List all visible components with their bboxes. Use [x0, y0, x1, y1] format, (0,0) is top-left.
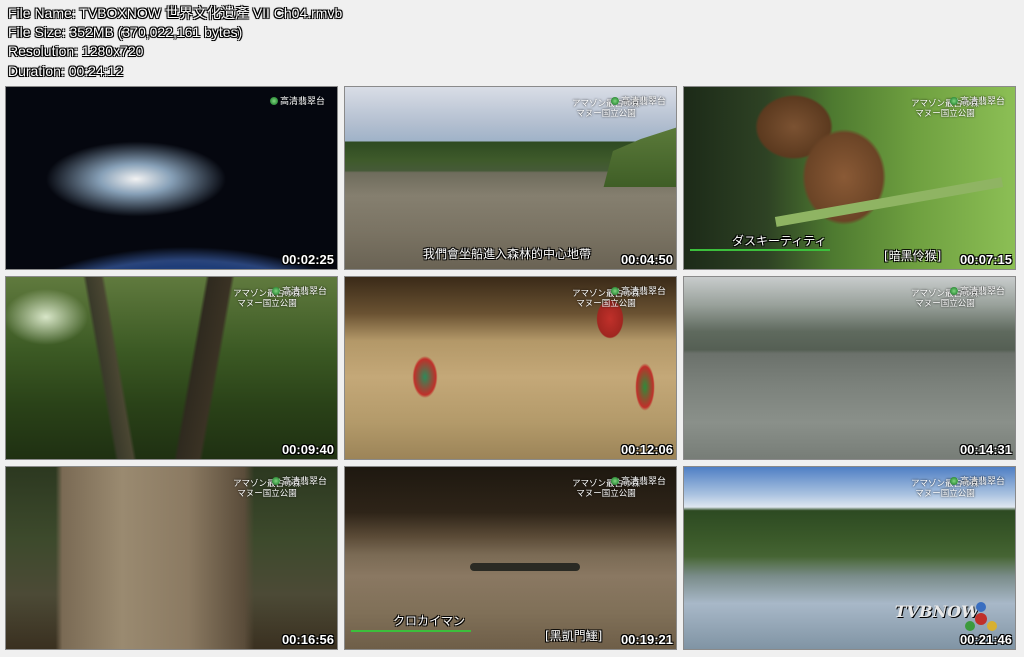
channel-logo-icon	[949, 97, 958, 105]
thumbnail-9[interactable]: アマゾン最古の森 マヌー国立公園 高清翡翠台 TVBNOW 00:21:46	[683, 466, 1016, 650]
species-caption-jp: ダスキーティティ	[732, 234, 827, 248]
timestamp: 00:04:50	[620, 252, 673, 267]
file-size: File Size: 352MB (370,022,161 bytes)	[8, 24, 243, 41]
timestamp: 00:16:56	[281, 632, 334, 647]
thumbnail-4[interactable]: アマゾン最古の森 マヌー国立公園 高清翡翠台 00:09:40	[5, 276, 338, 460]
thumbnail-1[interactable]: 高清翡翠台 00:02:25	[5, 86, 338, 270]
timestamp: 00:19:21	[620, 632, 673, 647]
caption-underline	[690, 249, 830, 251]
channel-logo-icon	[271, 477, 280, 485]
channel-logo: 高清翡翠台	[949, 97, 1005, 107]
channel-logo-icon	[610, 477, 619, 485]
channel-logo: 高清翡翠台	[610, 287, 666, 297]
channel-logo-icon	[271, 287, 280, 295]
channel-logo-icon	[610, 97, 619, 105]
channel-logo-icon	[269, 97, 278, 105]
thumbnail-2[interactable]: アマゾン最古の森 マヌー国立公園 高清翡翠台 我們會坐船進入森林的中心地帶 00:…	[344, 86, 677, 270]
file-name: File Name: TVBOXNOW 世界文化遺產 VII Ch04.rmvb	[8, 5, 343, 21]
species-caption-zh: [黑凱門鱷]	[545, 629, 603, 643]
species-caption-zh: [暗黑伶猴]	[884, 249, 942, 263]
timestamp: 00:09:40	[281, 442, 334, 457]
timestamp: 00:14:31	[959, 442, 1012, 457]
resolution: Resolution: 1280x720	[8, 43, 144, 60]
channel-logo-icon	[610, 287, 619, 295]
thumbnail-5[interactable]: アマゾン最古の森 マヌー国立公園 高清翡翠台 00:12:06	[344, 276, 677, 460]
channel-logo-icon	[949, 477, 958, 485]
earth-from-space-image	[6, 87, 337, 269]
thumbnail-7[interactable]: アマゾン最古の森 マヌー国立公園 高清翡翠台 00:16:56	[5, 466, 338, 650]
timestamp: 00:07:15	[959, 252, 1012, 267]
thumbnail-3[interactable]: アマゾン最古の森 マヌー国立公園 高清翡翠台 ダスキーティティ [暗黑伶猴] 00…	[683, 86, 1016, 270]
channel-logo: 高清翡翠台	[610, 477, 666, 487]
channel-logo: 高清翡翠台	[269, 97, 325, 107]
timestamp: 00:12:06	[620, 442, 673, 457]
subtitle: 我們會坐船進入森林的中心地帶	[423, 247, 592, 261]
channel-logo: 高清翡翠台	[949, 477, 1005, 487]
channel-logo: 高清翡翠台	[271, 287, 327, 297]
duration: Duration: 00:24:12	[8, 62, 124, 79]
thumbnail-8[interactable]: アマゾン最古の森 マヌー国立公園 高清翡翠台 クロカイマン [黑凱門鱷] 00:1…	[344, 466, 677, 650]
channel-logo: 高清翡翠台	[949, 287, 1005, 297]
timestamp: 00:02:25	[281, 252, 334, 267]
timestamp: 00:21:46	[959, 632, 1012, 647]
file-info-header: File Name: TVBOXNOW 世界文化遺產 VII Ch04.rmvb…	[8, 4, 342, 81]
channel-logo: 高清翡翠台	[271, 477, 327, 487]
caption-underline	[351, 630, 471, 632]
channel-logo-icon	[949, 287, 958, 295]
species-caption-jp: クロカイマン	[393, 614, 466, 628]
channel-logo: 高清翡翠台	[610, 97, 666, 107]
caiman	[470, 563, 580, 571]
thumbnail-6[interactable]: アマゾン最古の森 マヌー国立公園 高清翡翠台 00:14:31	[683, 276, 1016, 460]
